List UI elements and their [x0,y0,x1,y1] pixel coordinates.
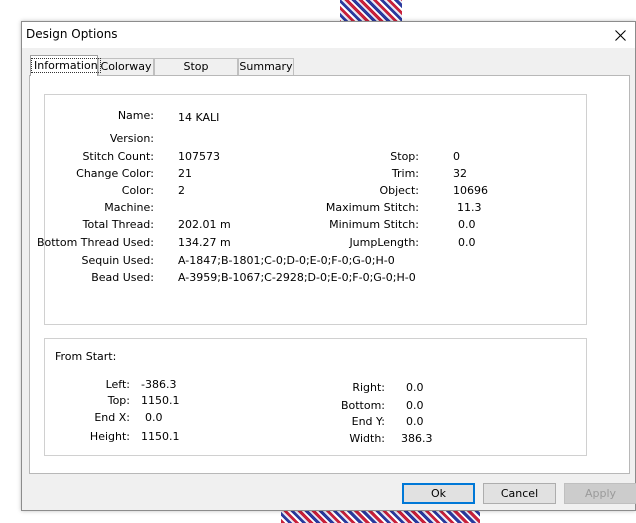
cancel-button[interactable]: Cancel [483,483,556,504]
bottom-thread-value: 134.27 m [178,236,231,249]
bead-used-value: A-3959;B-1067;C-2928;D-0;E-0;F-0;G-0;H-0 [178,271,416,284]
minimum-stitch-label: Minimum Stitch: [329,218,419,231]
machine-label: Machine: [104,201,154,214]
name-label: Name: [117,109,154,122]
minimum-stitch-value: 0.0 [458,218,476,231]
right-value: 0.0 [406,381,424,394]
stitch-count-value: 107573 [178,150,220,163]
close-button[interactable] [605,22,635,48]
design-info-group: Name: 14 KALI Version: Stitch Count: 107… [37,94,587,325]
top-label: Top: [107,394,130,407]
dialog-title: Design Options [26,27,118,41]
sequin-used-value: A-1847;B-1801;C-0;D-0;E-0;F-0;G-0;H-0 [178,254,395,267]
height-label: Height: [89,430,130,443]
top-value: 1150.1 [141,394,180,407]
change-color-value: 21 [178,167,192,180]
object-label: Object: [379,184,419,197]
trim-value: 32 [453,167,467,180]
stop-value: 0 [453,150,460,163]
total-thread-label: Total Thread: [82,218,154,231]
information-panel: Name: 14 KALI Version: Stitch Count: 107… [29,75,630,474]
version-label: Version: [109,132,154,145]
left-label: Left: [105,378,130,391]
maximum-stitch-value: 11.3 [457,201,482,214]
jump-length-label: JumpLength: [349,236,419,249]
total-thread-value: 202.01 m [178,218,231,231]
color-label: Color: [121,184,154,197]
end-x-value: 0.0 [145,411,163,424]
from-start-title: From Start: [55,350,117,363]
title-bar: Design Options [22,22,635,48]
name-value: 14 KALI [178,111,220,124]
height-value: 1150.1 [141,430,180,443]
end-x-label: End X: [94,411,130,424]
right-label: Right: [352,381,385,394]
from-start-group: From Start: Left: -386.3 Top: 1150.1 End… [44,338,587,456]
tab-summary-label: Summary [239,60,293,73]
change-color-label: Change Color: [76,167,154,180]
sequin-used-label: Sequin Used: [81,254,154,267]
ok-button[interactable]: Ok [402,483,475,504]
width-label: Width: [349,432,385,445]
bead-used-label: Bead Used: [91,271,154,284]
bottom-thread-label: Bottom Thread Used: [36,236,154,249]
jump-length-value: 0.0 [458,236,476,249]
tab-stop-sequence[interactable]: Stop Sequence [154,58,238,89]
stop-label: Stop: [390,150,419,163]
left-value: -386.3 [141,378,177,391]
tab-summary[interactable]: Summary [238,58,294,75]
end-y-value: 0.0 [406,415,424,428]
bottom-label: Bottom: [340,399,385,412]
tab-information[interactable]: Information [30,55,101,76]
color-value: 2 [178,184,185,197]
tab-colorway[interactable]: Colorway [98,58,154,75]
tab-information-label: Information [31,58,101,73]
background-embroidery-bottom [281,511,480,523]
tab-colorway-label: Colorway [100,60,152,73]
maximum-stitch-label: Maximum Stitch: [325,201,419,214]
width-value: 386.3 [401,432,433,445]
object-value: 10696 [453,184,488,197]
close-icon [614,29,626,41]
trim-label: Trim: [391,167,419,180]
bottom-value: 0.0 [406,399,424,412]
design-options-dialog: Design Options Information Colorway Stop… [21,21,636,511]
stitch-count-label: Stitch Count: [82,150,154,163]
end-y-label: End Y: [351,415,385,428]
apply-button[interactable]: Apply [564,483,636,504]
